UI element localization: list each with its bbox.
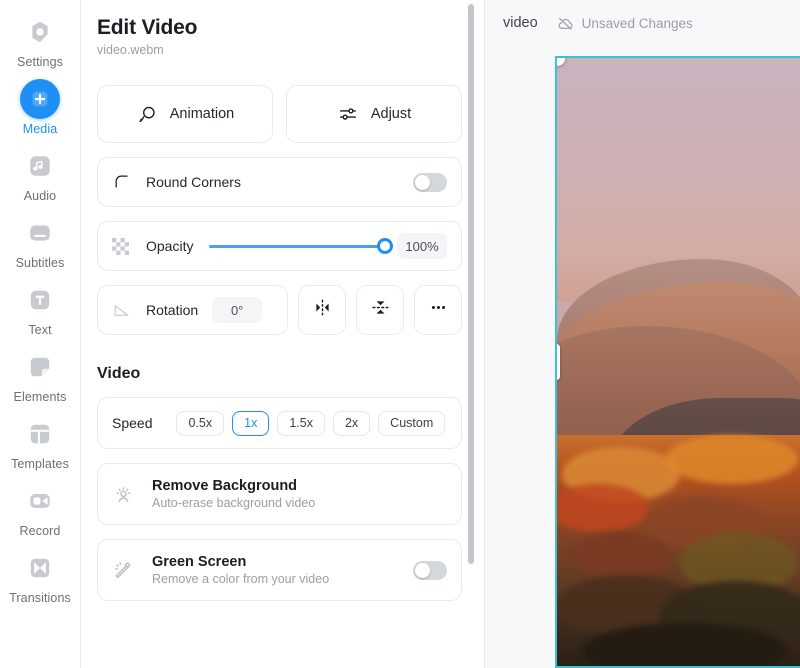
- rotation-row: Rotation 0°: [97, 285, 462, 335]
- sidebar-label-audio: Audio: [23, 189, 57, 203]
- sidebar-item-record[interactable]: Record: [4, 481, 76, 538]
- sidebar-label-elements: Elements: [13, 390, 67, 404]
- opacity-slider-track[interactable]: [209, 238, 393, 254]
- speed-option-2x[interactable]: 2x: [332, 410, 371, 436]
- opacity-label: Opacity: [146, 238, 194, 254]
- sidebar-item-subtitles[interactable]: Subtitles: [4, 213, 76, 270]
- animation-icon: [136, 103, 158, 125]
- sidebar-label-subtitles: Subtitles: [15, 256, 65, 270]
- rotation-value[interactable]: 0°: [212, 297, 263, 323]
- stage-header: video Unsaved Changes: [485, 0, 800, 46]
- video-frame-image: [557, 58, 800, 666]
- sidebar-label-text: Text: [28, 323, 52, 337]
- elements-icon: [20, 347, 60, 387]
- gear-icon: [20, 12, 60, 52]
- sidebar-item-templates[interactable]: Templates: [4, 414, 76, 471]
- round-corners-row[interactable]: Round Corners: [97, 157, 462, 207]
- opacity-grid-icon: [112, 237, 138, 255]
- more-options-button[interactable]: [414, 285, 462, 335]
- file-name-label: video.webm: [97, 43, 164, 57]
- adjust-label: Adjust: [370, 106, 412, 122]
- sidebar-label-media: Media: [22, 122, 58, 136]
- resize-handle-left[interactable]: [557, 344, 560, 380]
- animation-label: Animation: [169, 106, 235, 122]
- speed-label: Speed: [112, 415, 153, 431]
- green-screen-title: Green Screen: [152, 554, 247, 570]
- rotation-control[interactable]: Rotation 0°: [97, 285, 288, 335]
- round-corners-label: Round Corners: [146, 174, 241, 190]
- video-section-heading: Video: [97, 365, 141, 382]
- round-corners-toggle[interactable]: [413, 172, 447, 192]
- video-editor-app: Settings Media Audio Subtitles Text Elem…: [0, 0, 800, 668]
- sidebar-label-transitions: Transitions: [9, 591, 71, 605]
- sidebar-label-record: Record: [19, 524, 61, 538]
- document-name[interactable]: video: [503, 15, 538, 31]
- sidebar-item-audio[interactable]: Audio: [4, 146, 76, 203]
- flip-horizontal-button[interactable]: [298, 285, 346, 335]
- sidebar-item-settings[interactable]: Settings: [4, 12, 76, 69]
- remove-background-subtitle: Auto-erase background video: [152, 496, 316, 510]
- remove-background-row[interactable]: Remove Background Auto-erase background …: [97, 463, 462, 525]
- left-sidebar: Settings Media Audio Subtitles Text Elem…: [0, 0, 81, 668]
- music-note-icon: [20, 146, 60, 186]
- angle-icon: [112, 301, 138, 320]
- more-options-icon: [428, 297, 449, 323]
- speed-option-1-5x[interactable]: 1.5x: [277, 410, 325, 436]
- opacity-value[interactable]: 100%: [397, 233, 447, 259]
- record-camera-icon: [20, 481, 60, 521]
- sidebar-label-templates: Templates: [11, 457, 69, 471]
- edit-panel: Edit Video video.webm Animation Adjust R…: [81, 0, 485, 668]
- primary-actions: Animation Adjust: [97, 85, 462, 143]
- video-preview-frame[interactable]: [555, 56, 800, 668]
- speed-option-custom[interactable]: Custom: [378, 410, 446, 436]
- templates-icon: [20, 414, 60, 454]
- flip-vertical-icon: [370, 297, 391, 323]
- plus-square-icon: [20, 79, 60, 119]
- adjust-button[interactable]: Adjust: [286, 85, 462, 143]
- panel-scrollbar[interactable]: [468, 4, 474, 564]
- sidebar-item-elements[interactable]: Elements: [4, 347, 76, 404]
- sidebar-item-media[interactable]: Media: [4, 79, 76, 136]
- flip-vertical-button[interactable]: [356, 285, 404, 335]
- text-icon: [20, 280, 60, 320]
- opacity-row: Opacity 100%: [97, 221, 462, 271]
- transitions-icon: [20, 548, 60, 588]
- person-sparkle-icon: [112, 483, 142, 506]
- green-screen-subtitle: Remove a color from your video: [152, 572, 330, 586]
- opacity-slider[interactable]: [209, 238, 393, 254]
- green-screen-toggle[interactable]: [413, 560, 447, 580]
- rotation-label: Rotation: [146, 302, 199, 318]
- green-screen-row[interactable]: Green Screen Remove a color from your vi…: [97, 539, 462, 601]
- subtitles-icon: [20, 213, 60, 253]
- speed-option-1x[interactable]: 1x: [232, 410, 270, 436]
- save-status: Unsaved Changes: [556, 14, 693, 33]
- adjust-sliders-icon: [337, 103, 359, 125]
- flip-horizontal-icon: [312, 297, 333, 323]
- cloud-off-icon: [556, 14, 575, 33]
- speed-option-0-5x[interactable]: 0.5x: [176, 410, 225, 436]
- corner-radius-icon: [112, 172, 138, 192]
- speed-row: Speed 0.5x 1x 1.5x 2x Custom: [97, 397, 462, 449]
- speed-options: 0.5x 1x 1.5x 2x Custom: [176, 410, 446, 436]
- sidebar-label-settings: Settings: [17, 55, 63, 69]
- sidebar-item-text[interactable]: Text: [4, 280, 76, 337]
- preview-stage: video Unsaved Changes: [485, 0, 800, 668]
- canvas-area: [555, 56, 800, 668]
- page-title: Edit Video: [97, 16, 198, 39]
- animation-button[interactable]: Animation: [97, 85, 273, 143]
- save-status-label: Unsaved Changes: [581, 15, 693, 31]
- sidebar-item-transitions[interactable]: Transitions: [4, 548, 76, 605]
- remove-background-title: Remove Background: [152, 478, 298, 494]
- magic-wand-icon: [112, 559, 142, 582]
- opacity-slider-knob[interactable]: [377, 238, 393, 254]
